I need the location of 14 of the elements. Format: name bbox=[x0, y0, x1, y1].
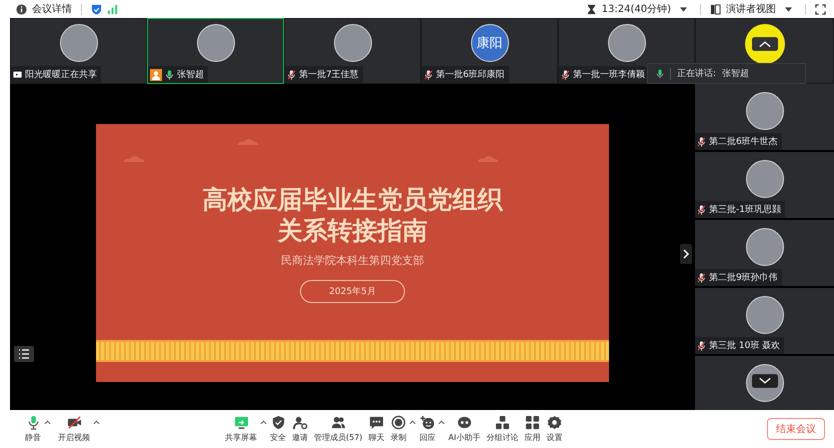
speaker-name: 张智超 bbox=[722, 68, 750, 80]
participant-name: 第一批7王佳慧 bbox=[299, 68, 359, 81]
participant-name: 第二批6班牛世杰 bbox=[709, 136, 778, 148]
slide-title: 高校应届毕业生党员党组织 关系转接指南 bbox=[202, 184, 502, 246]
slide-date: 2025年5月 bbox=[300, 280, 405, 303]
participant-name: 第一批一班李倩颖 bbox=[573, 68, 645, 81]
participant-name: 第三批-1班巩思颢 bbox=[709, 204, 781, 216]
participant-name: 第一批6班邱康阳 bbox=[436, 68, 505, 81]
avatar-text: 康阳 bbox=[470, 24, 508, 62]
participant-name: 阳光暖暖正在共享 bbox=[25, 68, 97, 81]
participant-name: 张智超 bbox=[177, 68, 204, 81]
participant-name: 第三批 10班 聂欢 bbox=[709, 340, 780, 352]
participant-name: 第二批9班孙巾伟 bbox=[709, 272, 778, 284]
slide-subtitle: 民商法学院本科生第四党支部 bbox=[281, 253, 424, 268]
